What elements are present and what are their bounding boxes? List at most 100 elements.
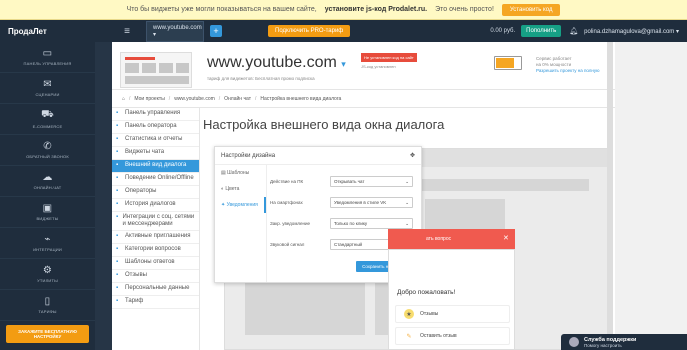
menu-toggle-icon[interactable]: ≡ — [112, 26, 142, 37]
breadcrumb-item[interactable]: Мои проекты — [134, 96, 164, 102]
menu-item-icon: ▪ — [116, 175, 119, 181]
sound-value: Стандартный — [334, 242, 363, 247]
add-site-button[interactable]: + — [210, 25, 222, 37]
sidebar-item-label: Обратный звонок — [26, 154, 69, 159]
page-title: Настройка внешнего вида окна диалога — [203, 117, 445, 132]
plug-icon: ⌁ — [44, 234, 51, 245]
breadcrumb-item[interactable]: www.youtube.com — [174, 96, 215, 102]
sidebar-item[interactable]: ▣ Виджеты — [0, 197, 95, 228]
menu-item[interactable]: ▪ Тариф — [112, 296, 199, 309]
project-header: www.youtube.com ▾ тариф для видежетов: Б… — [112, 42, 615, 90]
sidebar-item[interactable]: ▯ Тарифы — [0, 290, 95, 321]
menu-item-icon: ▪ — [116, 272, 119, 278]
sidebar-item-label: Онлайн-чат — [33, 185, 62, 190]
close-icon[interactable]: ✕ — [503, 234, 509, 242]
close-notification-select[interactable]: Только по клику ⌄ — [330, 218, 413, 229]
sidebar-item-label: E-commerce — [32, 124, 63, 129]
menu-item[interactable]: ▪ Виджеты чата — [112, 147, 199, 160]
image-icon: ▣ — [42, 203, 53, 214]
breadcrumb-item[interactable]: Онлайн чат — [224, 96, 251, 102]
star-icon: ★ — [404, 309, 414, 319]
topup-button[interactable]: Пополнить — [521, 25, 562, 37]
tab-colors[interactable]: ◐ Цвета — [215, 181, 266, 197]
widget-option-label: Оставить отзыв — [420, 333, 457, 339]
tab-templates-label: Шаблоны — [227, 170, 250, 176]
menu-item[interactable]: ▪ Поведение Online/Offline — [112, 173, 199, 186]
menu-item-icon: ▪ — [116, 136, 119, 142]
menu-item-label: Шаблоны ответов — [125, 259, 175, 265]
pro-tariff-button[interactable]: Подключить PRO-тариф — [268, 25, 351, 37]
user-menu[interactable]: polina.dzhamagulova@gmail.com ▾ — [584, 28, 679, 35]
free-setup-button[interactable]: Закажите бесплатную настройку — [6, 325, 89, 343]
menu-item-icon: ▪ — [116, 110, 119, 116]
menu-item[interactable]: ▪ Интеграции с соц. сетями и мессенджерам… — [112, 212, 199, 231]
chat-section-menu: ▪ Панель управления ▪ Панель оператора ▪ Стат… — [112, 108, 200, 350]
bell-icon[interactable]: 🔔︎ — [569, 27, 578, 35]
menu-item[interactable]: ▪ Статистика и отчеты — [112, 134, 199, 147]
sidebar-item-label: Тарифы — [38, 309, 57, 314]
tab-colors-label: Цвета — [225, 186, 240, 192]
cart-icon: ⛟ — [41, 109, 54, 120]
menu-item-icon: ▪ — [116, 201, 119, 207]
project-domain[interactable]: www.youtube.com ▾ — [207, 54, 346, 72]
menu-item[interactable]: ▪ Панель оператора — [112, 121, 199, 134]
menu-item[interactable]: ▪ История диалогов — [112, 199, 199, 212]
monitor-icon: ▭ — [42, 48, 53, 59]
menu-item[interactable]: ▪ Категории вопросов — [112, 244, 199, 257]
menu-item-icon: ▪ — [116, 123, 119, 129]
support-chat-button[interactable]: Служба поддержки Помогу настроить — [561, 334, 687, 350]
breadcrumb: ⌂ / Мои проекты / www.youtube.com / Онлайн … — [112, 90, 615, 108]
menu-item-label: Отзывы — [125, 272, 147, 278]
sidebar-item[interactable]: ✆ Обратный звонок — [0, 135, 95, 166]
move-icon[interactable]: ✥ — [410, 152, 415, 159]
widget-option-leave-review[interactable]: ✎ Оставить отзыв — [395, 327, 510, 345]
main-sidebar: ▭ Панель управления ✉ Сценарии ⛟ E-commerce ✆ О… — [0, 42, 112, 350]
menu-item[interactable]: ▪ Панель управления — [112, 108, 199, 121]
pc-action-label: Действие на ПК — [270, 179, 304, 184]
mobile-select[interactable]: Уведомления в стиле VK ⌄ — [330, 197, 413, 208]
tab-notifications[interactable]: ✦ Уведомления — [215, 197, 266, 213]
tab-notifications-label: Уведомления — [226, 202, 258, 208]
menu-item-label: История диалогов — [125, 201, 176, 207]
sidebar-item[interactable]: ☁ Онлайн-чат — [0, 166, 95, 197]
sidebar-item[interactable]: ⌁ Интеграции — [0, 228, 95, 259]
mobile-label: На смартфонах — [270, 200, 303, 205]
tab-templates[interactable]: ▤ Шаблоны — [215, 165, 266, 181]
menu-item-icon: ▪ — [116, 298, 119, 304]
menu-item[interactable]: ▪ Активные приглашения — [112, 231, 199, 244]
balance: 0.00 руб. — [490, 28, 516, 34]
menu-item[interactable]: ▪ Шаблоны ответов — [112, 257, 199, 270]
menu-item-label: Категории вопросов — [125, 246, 181, 252]
menu-item[interactable]: ▪ Отзывы — [112, 270, 199, 283]
install-code-button[interactable]: Установить код — [501, 3, 561, 16]
tablet-icon: ▯ — [44, 296, 51, 307]
sidebar-item[interactable]: ✉ Сценарии — [0, 73, 95, 104]
sidebar-item[interactable]: ⛟ E-commerce — [0, 104, 95, 135]
user-email: polina.dzhamagulova@gmail.com — [584, 28, 675, 35]
tariff-info: тариф для видежетов: Бесплатная промо по… — [207, 76, 315, 81]
pc-action-select[interactable]: Открывать чат ⌄ — [330, 176, 413, 187]
menu-item[interactable]: ▪ Операторы — [112, 186, 199, 199]
enable-full-power-link[interactable]: Разрешить проекту на полную — [536, 68, 600, 73]
scrollbar[interactable] — [607, 42, 613, 350]
sidebar-item[interactable]: ⚙ Утилиты — [0, 259, 95, 290]
install-notice-bar: Что бы виджеты уже могли показываться на… — [0, 0, 687, 20]
site-selector-value: www.youtube.com — [153, 24, 202, 31]
menu-item-label: Операторы — [125, 188, 157, 194]
widget-option-reviews[interactable]: ★ Отзывы — [395, 305, 510, 323]
menu-item[interactable]: ▪ Внешний вид диалога — [112, 160, 199, 173]
chat-widget-preview: Добро пожаловать! ★ Отзывы ✎ Оставить отзы… — [388, 249, 515, 350]
menu-item-label: Активные приглашения — [125, 233, 191, 239]
menu-item[interactable]: ▪ Персональные данные — [112, 283, 199, 296]
home-icon[interactable]: ⌂ — [122, 96, 125, 102]
site-selector[interactable]: www.youtube.com ▾ — [146, 20, 204, 42]
menu-item-icon: ▪ — [116, 162, 119, 168]
menu-item-label: Виджеты чата — [125, 149, 165, 155]
sidebar-item-label: Сценарии — [35, 92, 60, 97]
sidebar-item[interactable]: ▭ Панель управления — [0, 42, 95, 73]
brand-logo[interactable]: ПродаЛет — [0, 27, 112, 36]
close-notification-label: Закр. уведомление — [270, 221, 311, 226]
menu-item-label: Внешний вид диалога — [125, 162, 187, 168]
menu-item-label: Интеграции с соц. сетями и мессенджерами — [122, 214, 195, 227]
widget-welcome: Добро пожаловать! — [397, 289, 456, 296]
